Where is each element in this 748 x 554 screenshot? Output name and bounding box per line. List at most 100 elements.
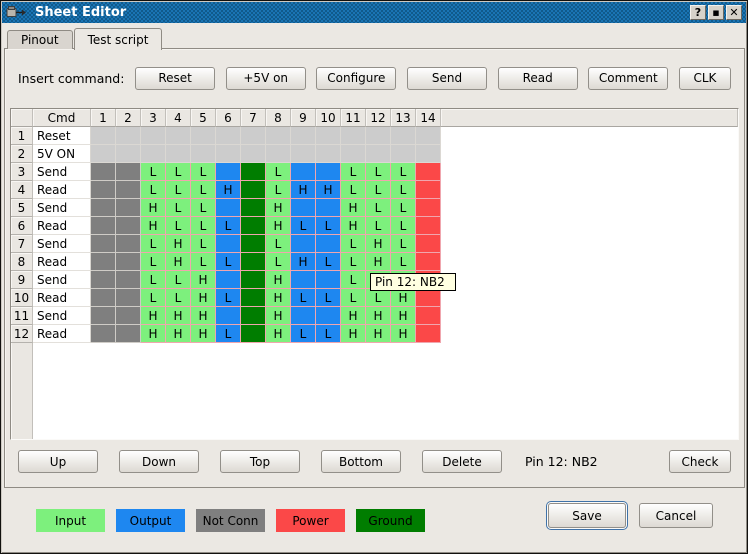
pin-cell[interactable]: H — [391, 307, 416, 325]
pin-cell[interactable] — [241, 325, 266, 343]
pin-cell[interactable]: H — [141, 307, 166, 325]
pin-cell[interactable]: L — [191, 217, 216, 235]
pin-cell[interactable] — [391, 127, 416, 145]
pin-cell[interactable]: L — [391, 163, 416, 181]
pin-cell[interactable] — [416, 163, 441, 181]
pin-cell[interactable] — [316, 127, 341, 145]
cmd-cell[interactable]: Read — [33, 253, 91, 271]
pin-cell[interactable] — [416, 253, 441, 271]
pin-cell[interactable]: H — [391, 289, 416, 307]
pin-cell[interactable] — [91, 199, 116, 217]
pin-cell[interactable]: H — [266, 217, 291, 235]
pin-cell[interactable] — [166, 145, 191, 163]
pin-cell[interactable]: L — [141, 163, 166, 181]
pin-cell[interactable]: L — [291, 217, 316, 235]
pin-cell[interactable]: H — [191, 307, 216, 325]
pin-cell[interactable] — [416, 307, 441, 325]
cmd-cell[interactable]: Send — [33, 163, 91, 181]
row-number[interactable]: 12 — [11, 325, 33, 343]
help-button[interactable]: ? — [690, 5, 706, 20]
pin-cell[interactable]: L — [266, 253, 291, 271]
cmd-cell[interactable]: Reset — [33, 127, 91, 145]
footer-top-button[interactable]: Top — [220, 450, 300, 473]
tab-test-script[interactable]: Test script — [74, 28, 163, 50]
pin-cell[interactable] — [91, 289, 116, 307]
insert-5v-on-button[interactable]: +5V on — [226, 67, 306, 90]
pin-cell[interactable] — [191, 145, 216, 163]
pin-cell[interactable] — [241, 127, 266, 145]
pin-cell[interactable]: L — [391, 217, 416, 235]
pin-cell[interactable] — [116, 307, 141, 325]
pin-cell[interactable]: L — [191, 253, 216, 271]
close-button[interactable]: ✕ — [726, 5, 742, 20]
pin-cell[interactable] — [91, 163, 116, 181]
pin-cell[interactable] — [91, 217, 116, 235]
pin-cell[interactable] — [216, 127, 241, 145]
cmd-cell[interactable]: Send — [33, 199, 91, 217]
row-number[interactable]: 6 — [11, 217, 33, 235]
pin-cell[interactable] — [91, 235, 116, 253]
row-number[interactable]: 4 — [11, 181, 33, 199]
pin-cell[interactable] — [291, 271, 316, 289]
pin-cell[interactable]: L — [341, 181, 366, 199]
pin-cell[interactable] — [241, 271, 266, 289]
pin-cell[interactable]: L — [391, 253, 416, 271]
pin-cell[interactable] — [91, 325, 116, 343]
save-button[interactable]: Save — [548, 503, 626, 528]
pin-cell[interactable] — [116, 163, 141, 181]
cmd-cell[interactable]: Send — [33, 307, 91, 325]
insert-comment-button[interactable]: Comment — [588, 67, 668, 90]
pin-cell[interactable]: L — [391, 199, 416, 217]
pin-cell[interactable]: H — [366, 307, 391, 325]
pin-cell[interactable]: H — [141, 199, 166, 217]
row-number[interactable]: 10 — [11, 289, 33, 307]
insert-send-button[interactable]: Send — [407, 67, 487, 90]
pin-cell[interactable] — [316, 199, 341, 217]
row-number[interactable]: 8 — [11, 253, 33, 271]
pin-cell[interactable]: L — [166, 181, 191, 199]
pin-cell[interactable] — [191, 127, 216, 145]
pin-cell[interactable]: H — [266, 325, 291, 343]
pin-cell[interactable] — [291, 163, 316, 181]
pin-cell[interactable]: L — [266, 163, 291, 181]
pin-cell[interactable]: L — [366, 199, 391, 217]
cmd-cell[interactable]: Read — [33, 181, 91, 199]
pin-cell[interactable] — [116, 289, 141, 307]
pin-cell[interactable] — [216, 271, 241, 289]
pin-cell[interactable] — [316, 163, 341, 181]
pin-cell[interactable] — [316, 145, 341, 163]
row-number[interactable]: 11 — [11, 307, 33, 325]
pin-cell[interactable]: H — [216, 181, 241, 199]
pin-cell[interactable] — [316, 271, 341, 289]
pin-cell[interactable] — [166, 127, 191, 145]
pin-cell[interactable] — [266, 127, 291, 145]
pin-cell[interactable] — [241, 253, 266, 271]
pin-cell[interactable]: L — [391, 235, 416, 253]
pin-cell[interactable] — [116, 217, 141, 235]
pin-cell[interactable]: H — [341, 325, 366, 343]
pin-cell[interactable] — [116, 253, 141, 271]
pin-cell[interactable]: L — [191, 199, 216, 217]
pin-cell[interactable] — [416, 235, 441, 253]
pin-cell[interactable] — [91, 271, 116, 289]
pin-cell[interactable]: H — [291, 253, 316, 271]
row-number[interactable]: 1 — [11, 127, 33, 145]
pin-cell[interactable]: L — [166, 289, 191, 307]
pin-cell[interactable] — [391, 145, 416, 163]
pin-cell[interactable]: L — [166, 217, 191, 235]
tab-pinout[interactable]: Pinout — [7, 30, 73, 49]
pin-cell[interactable]: L — [341, 271, 366, 289]
pin-cell[interactable] — [316, 235, 341, 253]
pin-cell[interactable] — [116, 127, 141, 145]
pin-cell[interactable] — [216, 307, 241, 325]
pin-cell[interactable]: L — [316, 325, 341, 343]
footer-up-button[interactable]: Up — [18, 450, 98, 473]
cmd-cell[interactable]: Read — [33, 289, 91, 307]
pin-cell[interactable]: H — [291, 181, 316, 199]
footer-bottom-button[interactable]: Bottom — [321, 450, 401, 473]
cmd-cell[interactable]: 5V ON — [33, 145, 91, 163]
pin-cell[interactable] — [266, 145, 291, 163]
pin-cell[interactable] — [91, 145, 116, 163]
pin-cell[interactable]: H — [341, 307, 366, 325]
pin-cell[interactable]: H — [141, 217, 166, 235]
